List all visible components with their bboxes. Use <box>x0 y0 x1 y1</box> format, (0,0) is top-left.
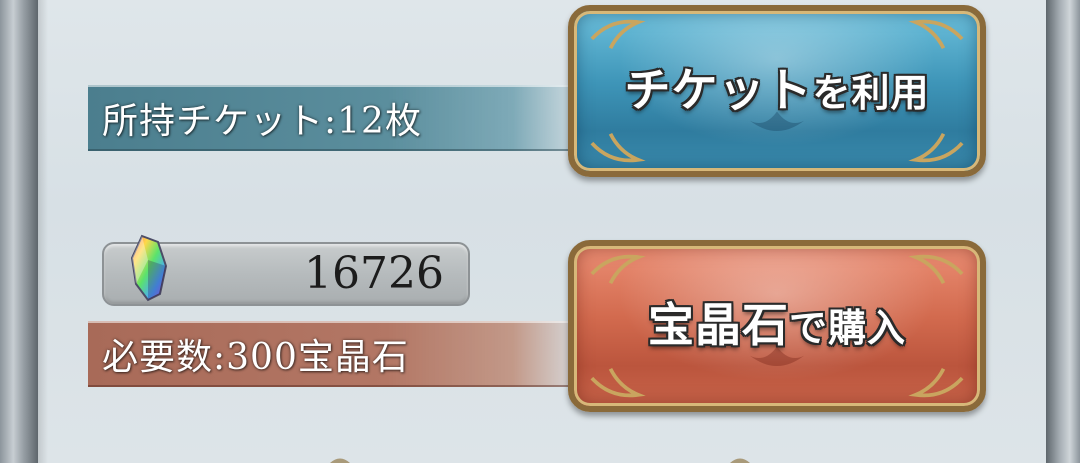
left-frame <box>0 0 38 463</box>
buy-crystal-main-text: 宝晶石 <box>647 298 789 352</box>
rainbow-crystal-icon <box>130 234 168 302</box>
right-frame <box>1046 0 1080 463</box>
buy-crystal-tail-text: で購入 <box>788 306 906 350</box>
cost-bar: 必要数:300宝晶石 <box>88 321 588 387</box>
buy-with-crystal-button-label: 宝晶石で購入 <box>648 289 906 355</box>
cost-label: 必要数:300宝晶石 <box>102 337 409 378</box>
use-ticket-button[interactable]: チケットを利用 <box>568 5 986 177</box>
use-ticket-tail-text: を利用 <box>812 71 930 115</box>
use-ticket-main-text: チケット <box>624 63 813 117</box>
ticket-count-label: 所持チケット:12枚 <box>102 101 422 142</box>
next-row-ornament-icon <box>330 458 750 463</box>
buy-with-crystal-button[interactable]: 宝晶石で購入 <box>568 240 986 412</box>
use-ticket-button-label: チケットを利用 <box>624 54 929 120</box>
ticket-count-bar: 所持チケット:12枚 <box>88 85 588 151</box>
crystal-count-value: 16726 <box>304 248 444 299</box>
